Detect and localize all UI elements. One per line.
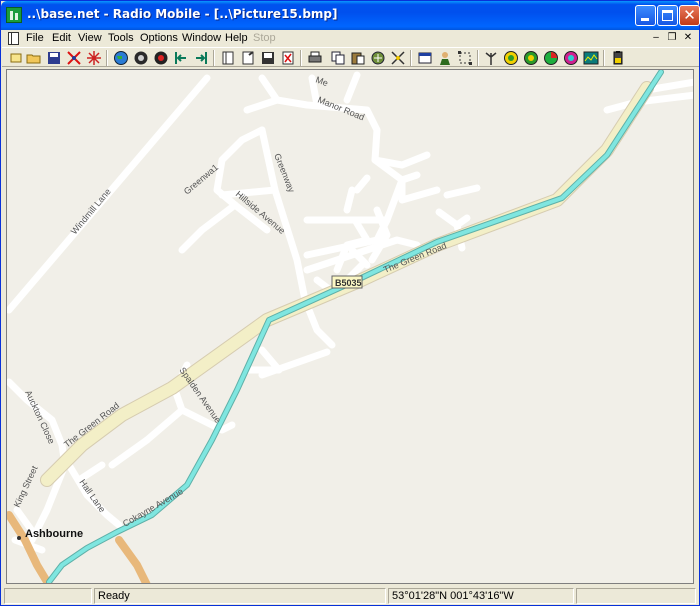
copy-icon[interactable]: [330, 50, 346, 66]
menu-stop: Stop: [253, 32, 276, 44]
close-icon: ✕: [683, 6, 696, 24]
battery-icon[interactable]: [610, 50, 626, 66]
page-edit-icon[interactable]: [240, 50, 256, 66]
menu-file[interactable]: File: [26, 32, 44, 44]
street-labels: Me Manor Road Greenway Greenwa1 Hillside…: [12, 74, 448, 528]
toolbar: [2, 47, 699, 67]
status-coordinates: 53°01'28"N 001°43'16"W: [388, 588, 574, 604]
radio-mobile-app-icon[interactable]: [6, 7, 22, 23]
radio-coverage-icon[interactable]: [523, 50, 539, 66]
toolbar-separator: [477, 50, 479, 66]
town-label: Ashbourne: [25, 528, 83, 540]
window-title: ..\base.net - Radio Mobile - [..\Picture…: [27, 7, 338, 21]
menu-edit[interactable]: Edit: [52, 32, 71, 44]
radio-link-icon[interactable]: [503, 50, 519, 66]
spectrum-icon[interactable]: [583, 50, 599, 66]
menu-window[interactable]: Window: [182, 32, 221, 44]
maximize-button[interactable]: [657, 5, 678, 26]
menu-view[interactable]: View: [78, 32, 102, 44]
target-globe-icon[interactable]: [153, 50, 169, 66]
map-view[interactable]: Me Manor Road Greenway Greenwa1 Hillside…: [6, 69, 694, 584]
step-right-icon[interactable]: [193, 50, 209, 66]
printer-icon[interactable]: [307, 50, 323, 66]
floppy-icon[interactable]: [260, 50, 276, 66]
child-restore-button[interactable]: ❐: [666, 32, 678, 44]
star-network-icon[interactable]: [86, 50, 102, 66]
polar-coverage-icon[interactable]: [543, 50, 559, 66]
paste-icon[interactable]: [350, 50, 366, 66]
menu-options[interactable]: Options: [140, 32, 178, 44]
step-left-icon[interactable]: [173, 50, 189, 66]
menu-bar: File Edit View Tools Options Window Help…: [2, 30, 699, 47]
title-bar[interactable]: ..\base.net - Radio Mobile - [..\Picture…: [1, 1, 700, 30]
child-close-button[interactable]: ✕: [682, 32, 694, 44]
open-folder-icon[interactable]: [26, 50, 42, 66]
minimize-button[interactable]: [635, 5, 656, 26]
globe-icon[interactable]: [113, 50, 129, 66]
menu-help[interactable]: Help: [225, 32, 248, 44]
merge-icon[interactable]: [390, 50, 406, 66]
minimize-icon: [641, 18, 649, 21]
rainbow-icon[interactable]: [563, 50, 579, 66]
map-properties-icon[interactable]: [370, 50, 386, 66]
label-cokayne-avenue: Cokayne Avenue: [121, 486, 185, 529]
save-icon[interactable]: [46, 50, 62, 66]
label-hall-lane: Hall Lane: [77, 477, 107, 514]
toolbar-separator: [213, 50, 215, 66]
label-windmill-lane: Windmill Lane: [69, 187, 113, 237]
document-system-icon[interactable]: [8, 32, 19, 45]
cut-network-icon[interactable]: [66, 50, 82, 66]
road-number-text: B5035: [335, 278, 362, 288]
window-icon[interactable]: [417, 50, 433, 66]
toolbar-separator: [603, 50, 605, 66]
status-pane-left: [4, 588, 92, 604]
app-window: ..\base.net - Radio Mobile - [..\Picture…: [0, 0, 700, 606]
toolbar-separator: [106, 50, 108, 66]
map-canvas: Me Manor Road Greenway Greenwa1 Hillside…: [7, 70, 693, 583]
gear-globe-icon[interactable]: [133, 50, 149, 66]
minor-streets: [7, 71, 693, 554]
route-outline: [46, 70, 664, 583]
close-button[interactable]: ✕: [679, 5, 700, 26]
town-marker: [17, 536, 21, 540]
pdf-icon[interactable]: [280, 50, 296, 66]
person-icon[interactable]: [437, 50, 453, 66]
new-icon[interactable]: [8, 50, 24, 66]
route-highlight: [47, 70, 663, 583]
menu-tools[interactable]: Tools: [108, 32, 134, 44]
page-icon[interactable]: [220, 50, 236, 66]
status-bar: Ready 53°01'28"N 001°43'16"W: [2, 587, 699, 605]
toolbar-separator: [410, 50, 412, 66]
status-message: Ready: [94, 588, 386, 604]
toolbar-separator: [300, 50, 302, 66]
label-king-street: King Street: [12, 464, 40, 509]
child-minimize-button[interactable]: –: [650, 32, 662, 44]
status-pane-right: [576, 588, 696, 604]
maximize-icon: [662, 10, 673, 21]
b-road-east: [115, 536, 151, 583]
antenna-icon[interactable]: [483, 50, 499, 66]
selection-icon[interactable]: [457, 50, 473, 66]
